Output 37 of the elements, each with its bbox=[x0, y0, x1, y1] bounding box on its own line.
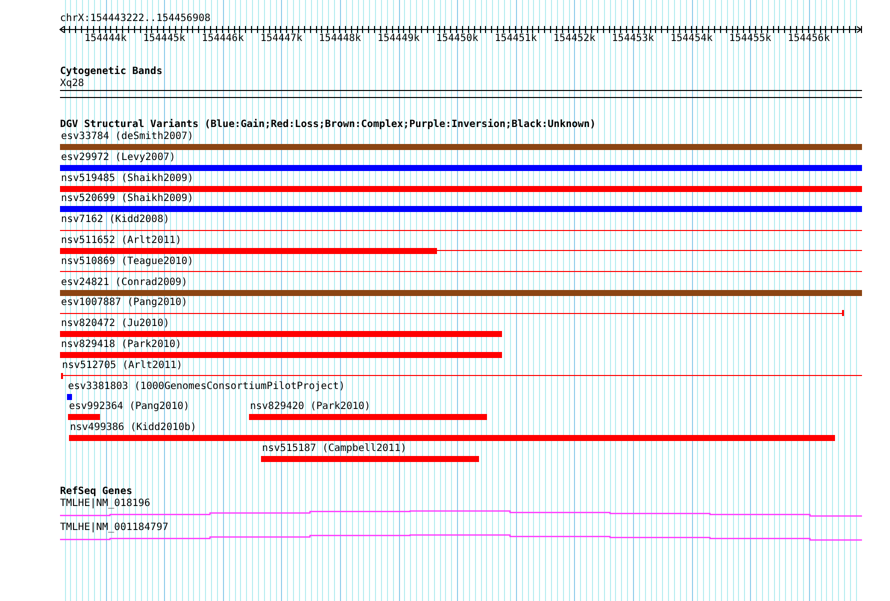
tick-label: 154456k bbox=[788, 33, 830, 45]
tick-label: 154445k bbox=[143, 33, 186, 45]
tick-label: 154450k bbox=[436, 33, 478, 45]
variant-label: nsv829418 (Park2010) bbox=[60, 338, 182, 351]
tick-label: 154454k bbox=[670, 33, 713, 45]
tick-label: 154452k bbox=[553, 33, 596, 45]
tick-label: 154455k bbox=[729, 33, 772, 45]
gene-label: TMLHE|NM_001184797 bbox=[60, 522, 170, 534]
tick-label: 154451k bbox=[494, 33, 537, 45]
variant-label: nsv499386 (Kidd2010b) bbox=[69, 422, 196, 434]
variant-label: nsv7162 (Kidd2008) bbox=[60, 214, 170, 226]
band-label: Xq28 bbox=[60, 78, 86, 90]
tick-label: 154453k bbox=[612, 33, 654, 45]
variant-label: esv1007887 (Pang2010) bbox=[60, 297, 188, 310]
variant-label: esv24821 (Conrad2009) bbox=[60, 276, 188, 289]
gene-label: TMLHE|NM_018196 bbox=[60, 498, 152, 510]
tick-label: 154449k bbox=[378, 33, 420, 45]
tick-label: 154444k bbox=[84, 33, 127, 45]
variant-label: nsv512705 (Arlt2011) bbox=[61, 360, 182, 372]
variant-label: nsv820472 (Ju2010) bbox=[60, 318, 170, 330]
track-title: DGV Structural Variants (Blue:Gain;Red:Loss;Brown:Complex;Purple:Inversion;Black:Unknown) bbox=[60, 119, 597, 131]
variant-label: nsv829420 (Park2010) bbox=[249, 401, 370, 414]
ruler-coordinates: chrX:154443222..154456908 bbox=[60, 13, 212, 25]
track-title: Cytogenetic Bands bbox=[60, 66, 164, 78]
variant-label: nsv511652 (Arlt2011) bbox=[60, 234, 182, 247]
tick-label: 154448k bbox=[318, 33, 362, 45]
variant-label: nsv510869 (Teague2010) bbox=[60, 256, 194, 268]
variant-label: esv33784 (deSmith2007) bbox=[60, 131, 194, 143]
variant-label: nsv519485 (Shaikh2009) bbox=[60, 172, 194, 185]
variant-label: nsv520699 (Shaikh2009) bbox=[60, 193, 194, 206]
variant-label: esv992364 (Pang2010) bbox=[68, 401, 190, 414]
tick-label: 154447k bbox=[260, 33, 302, 45]
variant-label: esv3381803 (1000GenomesConsortiumPilotProject) bbox=[67, 380, 345, 393]
variant-label: nsv515187 (Campbell2011) bbox=[261, 442, 406, 455]
variant-label: esv29972 (Levy2007) bbox=[60, 152, 176, 164]
track-title: RefSeq Genes bbox=[60, 486, 134, 498]
tick-label: 154446k bbox=[202, 33, 244, 45]
